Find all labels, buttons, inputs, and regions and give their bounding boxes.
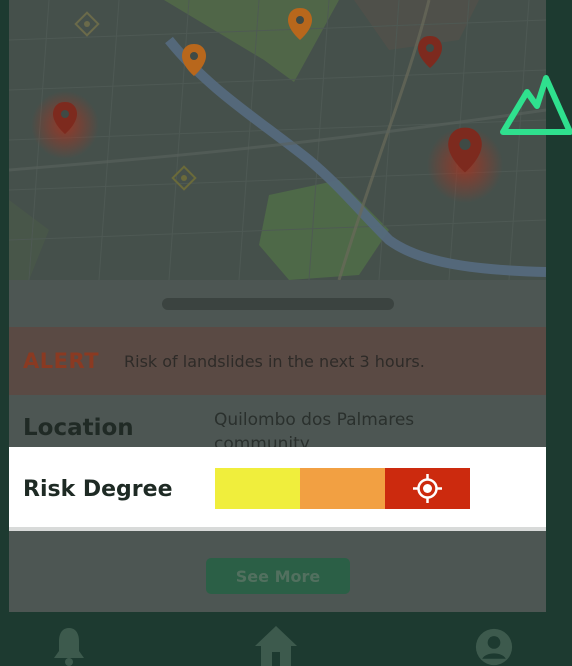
- risk-scale: [215, 468, 470, 509]
- bell-icon[interactable]: [52, 626, 86, 666]
- alert-banner: ALERT Risk of landslides in the next 3 h…: [9, 327, 546, 395]
- details-sheet: ALERT Risk of landslides in the next 3 h…: [9, 280, 546, 612]
- mountain-logo-icon: [500, 75, 572, 135]
- risk-degree-card: Risk Degree: [9, 447, 546, 529]
- risk-level-high: [385, 468, 470, 509]
- risk-level-medium: [300, 468, 385, 509]
- bottom-nav: [0, 612, 572, 666]
- alert-tag: ALERT: [23, 349, 100, 373]
- location-label: Location: [23, 415, 134, 441]
- sheet-drag-handle[interactable]: [162, 298, 394, 310]
- risk-level-low: [215, 468, 300, 509]
- app-frame: ALERT Risk of landslides in the next 3 h…: [0, 0, 572, 666]
- user-icon[interactable]: [473, 628, 515, 666]
- home-icon[interactable]: [253, 624, 299, 666]
- map-view[interactable]: [9, 0, 546, 280]
- target-icon: [413, 474, 442, 503]
- see-more-button[interactable]: See More: [206, 558, 350, 594]
- alert-message: Risk of landslides in the next 3 hours.: [124, 351, 425, 371]
- risk-degree-label: Risk Degree: [23, 477, 173, 502]
